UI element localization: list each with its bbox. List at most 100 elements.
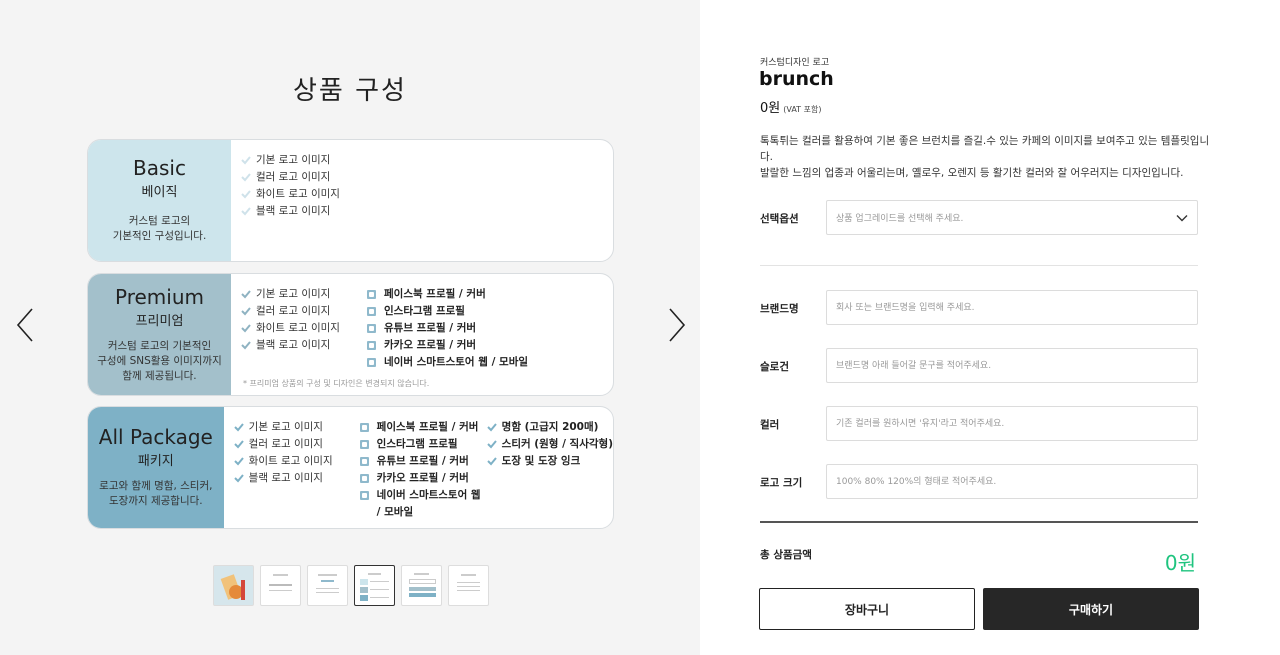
list-item: 기본 로고 이미지 <box>241 286 353 303</box>
instagram-icon <box>367 307 376 316</box>
list-item: 블랙 로고 이미지 <box>241 203 353 220</box>
product-description: 톡톡튀는 컬러를 활용하여 기본 좋은 브런치를 즐길.수 있는 카페의 이미지… <box>760 135 1210 179</box>
check-icon <box>233 457 244 466</box>
list-item: 명함 (고급지 200매) <box>486 419 613 436</box>
color-input[interactable] <box>826 406 1198 441</box>
check-icon <box>486 457 497 466</box>
list-item: 페이스북 프로필 / 커버 <box>367 286 528 303</box>
divider <box>760 521 1198 523</box>
slide-title: 상품 구성 <box>281 70 419 107</box>
naver-icon <box>367 358 376 367</box>
list-item: 유튜브 프로필 / 커버 <box>367 320 528 337</box>
check-icon <box>233 474 244 483</box>
package-description: 커스텀 로고의 기본적인 구성에 SNS활용 이미지까지 함께 제공됩니다. <box>97 339 222 382</box>
check-icon <box>241 173 251 182</box>
thumbnail[interactable] <box>401 565 442 606</box>
next-slide-button[interactable] <box>664 307 688 343</box>
package-name-en: All Package <box>98 425 213 449</box>
thumbnail[interactable] <box>260 565 301 606</box>
add-to-cart-button[interactable]: 장바구니 <box>759 588 975 630</box>
total-price-label: 총 상품금액 <box>760 549 812 561</box>
brand-name-label: 브랜드명 <box>760 303 799 315</box>
package-name-en: Basic <box>133 156 186 180</box>
check-icon <box>486 423 497 432</box>
basic-items-list: 기본 로고 이미지 컬러 로고 이미지 화이트 로고 이미지 블랙 로고 이미지 <box>241 152 353 261</box>
package-description: 로고와 함께 명함, 스티커, 도장까지 제공합니다. <box>99 480 213 507</box>
check-icon <box>241 156 251 165</box>
list-item: 블랙 로고 이미지 <box>233 470 346 487</box>
logo-size-label: 로고 크기 <box>760 477 803 489</box>
logo-size-input[interactable] <box>826 464 1198 499</box>
prev-slide-button[interactable] <box>14 307 38 343</box>
package-name-en: Premium <box>115 284 204 309</box>
facebook-icon <box>359 423 369 432</box>
thumbnail[interactable] <box>213 565 254 606</box>
list-item: 컬러 로고 이미지 <box>241 303 353 320</box>
list-item: 블랙 로고 이미지 <box>241 337 353 354</box>
product-category: 커스텀디자인 로고 <box>760 58 830 68</box>
list-item: 네이버 스마트스토어 웹 / 모바일 <box>367 354 528 371</box>
brand-name-input[interactable] <box>826 290 1198 325</box>
product-price: 0원 (VAT 포함) <box>760 101 822 116</box>
list-item: 네이버 스마트스토어 웹 / 모바일 <box>359 487 487 521</box>
package-card-premium: Premium 프리미엄 커스텀 로고의 기본적인 구성에 SNS활용 이미지까… <box>87 273 614 396</box>
list-item: 컬러 로고 이미지 <box>233 436 346 453</box>
list-item: 화이트 로고 이미지 <box>233 453 346 470</box>
list-item: 카카오 프로필 / 커버 <box>367 337 528 354</box>
list-item: 컬러 로고 이미지 <box>241 169 353 186</box>
list-item: 페이스북 프로필 / 커버 <box>359 419 487 436</box>
youtube-icon <box>359 457 369 466</box>
chevron-down-icon <box>1176 214 1188 221</box>
package-description: 커스텀 로고의 기본적인 구성입니다. <box>112 215 207 242</box>
option-label: 선택옵션 <box>760 213 799 225</box>
divider <box>760 265 1198 266</box>
check-icon <box>241 290 251 299</box>
total-price-value: 0원 <box>1164 551 1196 575</box>
product-detail-panel: 커스텀디자인 로고 brunch 0원 (VAT 포함) 톡톡튀는 컬러를 활용하… <box>700 0 1280 655</box>
list-item: 기본 로고 이미지 <box>233 419 346 436</box>
list-item: 인스타그램 프로필 <box>359 436 487 453</box>
list-item: 인스타그램 프로필 <box>367 303 528 320</box>
chevron-right-icon <box>669 308 686 342</box>
list-item: 스티커 (원형 / 직사각형) <box>486 436 613 453</box>
all-sns-list: 페이스북 프로필 / 커버 인스타그램 프로필 유튜브 프로필 / 커버 카카오… <box>359 419 487 528</box>
package-card-basic: Basic 베이직 커스텀 로고의 기본적인 구성입니다. 기본 로고 이미지 … <box>87 139 614 262</box>
chevron-left-icon <box>16 308 33 342</box>
kakao-icon <box>359 474 369 483</box>
buy-now-button[interactable]: 구매하기 <box>983 588 1199 630</box>
product-name: brunch <box>759 68 834 90</box>
youtube-icon <box>367 324 376 333</box>
thumbnail[interactable] <box>448 565 489 606</box>
product-gallery: 상품 구성 Basic 베이직 커스텀 로고의 기본적인 구성입니다. 기본 로… <box>0 0 700 655</box>
check-icon <box>241 190 251 199</box>
check-icon <box>486 440 497 449</box>
check-icon <box>241 324 251 333</box>
package-name-ko: 베이직 <box>141 185 178 200</box>
kakao-icon <box>367 341 376 350</box>
option-select[interactable]: 상품 업그레이드를 선택해 주세요. <box>826 200 1198 235</box>
check-icon <box>233 423 244 432</box>
package-name-ko: 프리미엄 <box>135 313 184 329</box>
thumbnail-strip <box>213 565 489 606</box>
vat-note: (VAT 포함) <box>783 105 822 114</box>
thumbnail[interactable] <box>307 565 348 606</box>
slogan-label: 슬로건 <box>760 361 789 373</box>
slogan-input[interactable] <box>826 348 1198 383</box>
check-icon <box>241 207 251 216</box>
check-icon <box>233 440 244 449</box>
all-extra-list: 명함 (고급지 200매) 스티커 (원형 / 직사각형) 도장 및 도장 잉크 <box>486 419 613 528</box>
naver-icon <box>359 491 369 500</box>
all-items-list: 기본 로고 이미지 컬러 로고 이미지 화이트 로고 이미지 블랙 로고 이미지 <box>233 419 346 528</box>
color-label: 컬러 <box>760 419 780 431</box>
instagram-icon <box>359 440 369 449</box>
check-icon <box>241 307 251 316</box>
list-item: 카카오 프로필 / 커버 <box>359 470 487 487</box>
list-item: 유튜브 프로필 / 커버 <box>359 453 487 470</box>
premium-note: * 프리미엄 상품의 구성 및 디자인은 변경되지 않습니다. <box>243 379 430 388</box>
list-item: 화이트 로고 이미지 <box>241 186 353 203</box>
check-icon <box>241 341 251 350</box>
list-item: 도장 및 도장 잉크 <box>486 453 613 470</box>
package-name-ko: 패키지 <box>137 454 174 469</box>
thumbnail[interactable] <box>354 565 395 606</box>
package-card-all: All Package 패키지 로고와 함께 명함, 스티커, 도장까지 제공합… <box>87 406 614 529</box>
